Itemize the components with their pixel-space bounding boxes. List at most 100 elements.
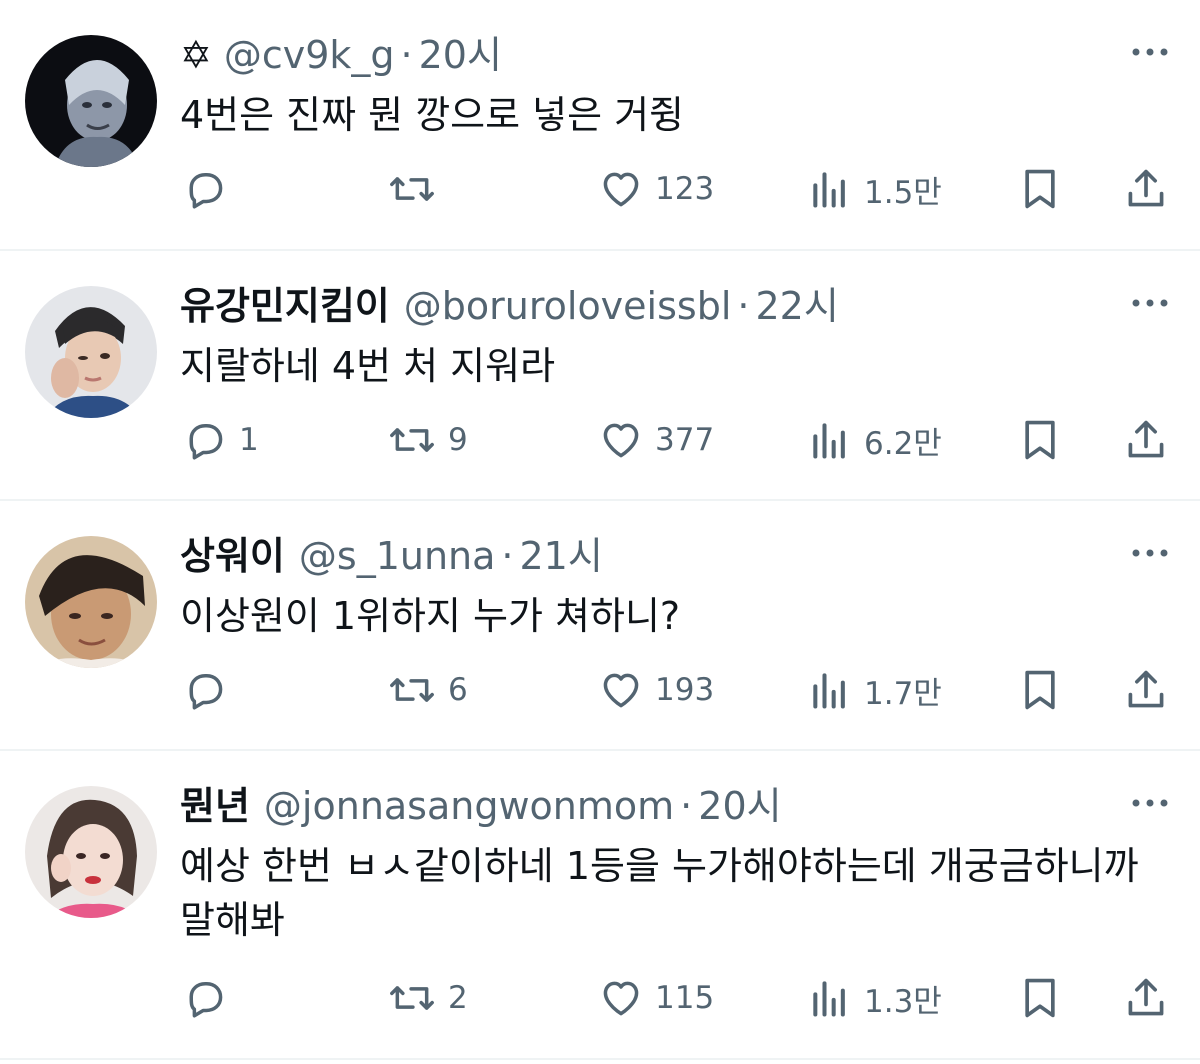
separator-dot: ·: [501, 534, 514, 578]
share-icon: [1128, 169, 1164, 207]
tweet-text: 예상 한번 ㅂㅅ같이하네 1등을 누가해야하는데 개궁금하니까 말해봐: [180, 844, 1139, 942]
like-button[interactable]: 193: [599, 665, 714, 715]
tweet-text: 지랄하네 4번 처 지워라: [180, 344, 556, 388]
user-handle[interactable]: @jonnasangwonmom: [264, 784, 674, 828]
reply-icon: [189, 981, 223, 1018]
heart-icon: [603, 981, 639, 1016]
views-chart-icon: [813, 423, 845, 459]
bookmark-button[interactable]: [1018, 164, 1062, 214]
bookmark-button[interactable]: [1018, 415, 1062, 465]
view-count: 1.7만: [864, 675, 942, 712]
reply-button[interactable]: [183, 665, 239, 715]
views-chart-icon: [813, 172, 845, 208]
display-name[interactable]: 상워이: [180, 534, 285, 578]
reply-icon: [189, 172, 223, 209]
bookmark-icon: [1025, 670, 1055, 710]
views-chart-icon: [813, 673, 845, 709]
tweet-text: 이상원이 1위하지 누가 쳐하니?: [180, 594, 681, 638]
reply-button[interactable]: [183, 164, 239, 214]
separator-dot: ·: [737, 284, 750, 328]
user-handle[interactable]: @cv9k_g: [224, 33, 395, 77]
tweet[interactable]: 뭔년 @jonnasangwonmom · 20시 예상 한번 ㅂㅅ같이하네 1등을 …: [0, 751, 1200, 1060]
reply-count: 1: [239, 422, 259, 458]
tweet-text: 4번은 진짜 뭔 깡으로 넣은 거쥥: [180, 93, 685, 137]
reply-button[interactable]: [183, 973, 239, 1023]
post-time[interactable]: 20시: [419, 33, 502, 77]
more-dots-icon[interactable]: [1130, 541, 1170, 565]
tweet-header: 상워이 @s_1unna · 21시: [180, 532, 603, 580]
bookmark-icon: [1025, 420, 1055, 460]
retweet-icon: [390, 678, 434, 702]
display-name[interactable]: 뭔년: [180, 784, 250, 828]
retweet-icon: [390, 428, 434, 452]
views-chart-icon: [813, 981, 845, 1017]
views-button[interactable]: 6.2만: [808, 415, 942, 465]
post-time[interactable]: 22시: [755, 284, 838, 328]
tweet[interactable]: 유강민지킴이 @boruroloveissbl · 22시 지랄하네 4번 처 지워라…: [0, 251, 1200, 501]
views-button[interactable]: 1.7만: [808, 665, 942, 715]
more-dots-icon[interactable]: [1130, 791, 1170, 815]
bookmark-button[interactable]: [1018, 973, 1062, 1023]
share-button[interactable]: [1124, 665, 1168, 715]
user-symbol: ✡: [180, 33, 212, 77]
like-count: 377: [655, 422, 715, 458]
more-dots-icon[interactable]: [1130, 40, 1170, 64]
retweet-button[interactable]: 2: [388, 973, 468, 1023]
reply-timeline: ✡ @cv9k_g · 20시 4번은 진짜 뭔 깡으로 넣은 거쥥 123 1.5만: [0, 0, 1200, 1064]
post-time[interactable]: 20시: [698, 784, 781, 828]
share-button[interactable]: [1124, 415, 1168, 465]
retweet-count: 9: [448, 422, 468, 458]
like-button[interactable]: 115: [599, 973, 714, 1023]
share-icon: [1128, 978, 1164, 1016]
action-bar: 6 193 1.7만: [0, 665, 1200, 715]
retweet-icon: [390, 986, 434, 1010]
post-time[interactable]: 21시: [520, 534, 603, 578]
action-bar: 2 115 1.3만: [0, 973, 1200, 1023]
bookmark-icon: [1025, 169, 1055, 209]
action-bar: 123 1.5만: [0, 164, 1200, 214]
tweet[interactable]: ✡ @cv9k_g · 20시 4번은 진짜 뭔 깡으로 넣은 거쥥 123 1.5만: [0, 0, 1200, 251]
user-handle[interactable]: @s_1unna: [299, 534, 496, 578]
avatar[interactable]: [25, 786, 157, 918]
tweet[interactable]: 상워이 @s_1unna · 21시 이상원이 1위하지 누가 쳐하니? 6 193 …: [0, 501, 1200, 751]
share-button[interactable]: [1124, 164, 1168, 214]
reply-icon: [189, 673, 223, 710]
separator-dot: ·: [400, 33, 413, 77]
bookmark-icon: [1025, 978, 1055, 1018]
tweet-header: ✡ @cv9k_g · 20시: [180, 31, 502, 79]
tweet-header: 유강민지킴이 @boruroloveissbl · 22시: [180, 282, 839, 330]
share-icon: [1128, 420, 1164, 458]
views-button[interactable]: 1.3만: [808, 973, 942, 1023]
like-count: 115: [655, 980, 715, 1016]
retweet-button[interactable]: [388, 164, 448, 214]
reply-button[interactable]: 1: [183, 415, 259, 465]
like-button[interactable]: 123: [599, 164, 714, 214]
retweet-icon: [390, 177, 434, 201]
bookmark-button[interactable]: [1018, 665, 1062, 715]
avatar[interactable]: [25, 536, 157, 668]
more-dots-icon[interactable]: [1130, 291, 1170, 315]
share-icon: [1128, 670, 1164, 708]
action-bar: 1 9 377 6.2만: [0, 415, 1200, 465]
display-name[interactable]: 유강민지킴이: [180, 284, 390, 328]
view-count: 1.3만: [864, 983, 942, 1020]
retweet-count: 6: [448, 672, 468, 708]
retweet-button[interactable]: 9: [388, 415, 468, 465]
like-count: 123: [655, 171, 715, 207]
heart-icon: [603, 172, 639, 207]
heart-icon: [603, 673, 639, 708]
like-button[interactable]: 377: [599, 415, 714, 465]
heart-icon: [603, 423, 639, 458]
user-handle[interactable]: @boruroloveissbl: [404, 284, 732, 328]
view-count: 6.2만: [864, 425, 942, 462]
like-count: 193: [655, 672, 715, 708]
separator-dot: ·: [680, 784, 693, 828]
avatar[interactable]: [25, 286, 157, 418]
tweet-header: 뭔년 @jonnasangwonmom · 20시: [180, 782, 782, 830]
retweet-count: 2: [448, 980, 468, 1016]
views-button[interactable]: 1.5만: [808, 164, 942, 214]
avatar[interactable]: [25, 35, 157, 167]
share-button[interactable]: [1124, 973, 1168, 1023]
retweet-button[interactable]: 6: [388, 665, 468, 715]
reply-icon: [189, 423, 223, 460]
